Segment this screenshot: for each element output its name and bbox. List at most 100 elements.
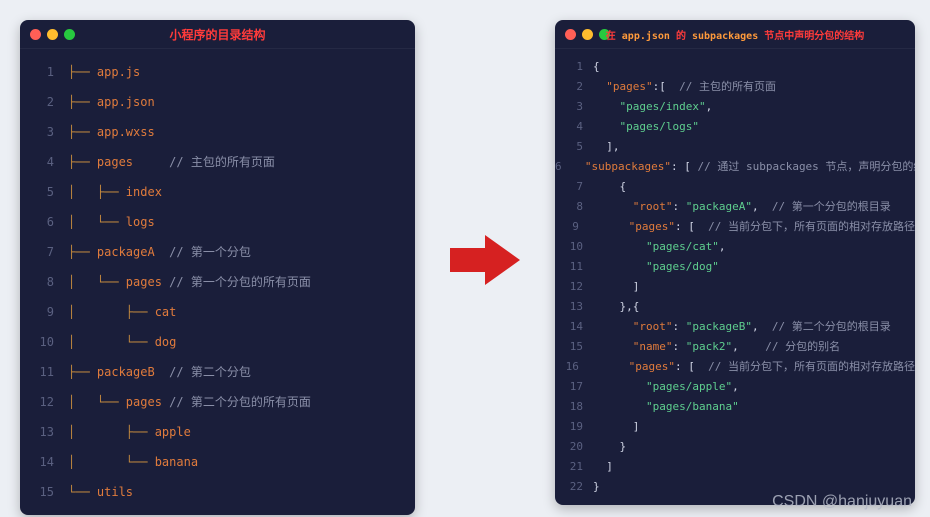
arrow-container bbox=[450, 20, 520, 500]
code-token: // 第二个分包的所有页面 bbox=[162, 394, 311, 411]
titlebar-right: 在 app.json 的 subpackages 节点中声明分包的结构 bbox=[555, 20, 915, 49]
code-line: 7├── packageA // 第一个分包 bbox=[20, 237, 415, 267]
code-token: cat bbox=[155, 304, 177, 321]
code-token bbox=[589, 219, 629, 234]
code-token: // 第一个分包的所有页面 bbox=[162, 274, 311, 291]
code-line: 2 "pages":[ // 主包的所有页面 bbox=[555, 77, 915, 97]
line-number: 13 bbox=[555, 299, 593, 314]
code-line: 10│ └── dog bbox=[20, 327, 415, 357]
line-number: 10 bbox=[555, 239, 593, 254]
window-title-right: 在 app.json 的 subpackages 节点中声明分包的结构 bbox=[606, 27, 865, 42]
code-token: "pages" bbox=[606, 79, 652, 94]
line-number: 2 bbox=[20, 94, 68, 111]
code-line: 12 ] bbox=[555, 277, 915, 297]
code-line: 5 ], bbox=[555, 137, 915, 157]
code-token: { bbox=[593, 59, 600, 74]
code-token: "pages/index" bbox=[620, 99, 706, 114]
code-token: "root" bbox=[633, 199, 673, 214]
code-token: "packageB" bbox=[686, 319, 752, 334]
minimize-icon[interactable] bbox=[582, 29, 593, 40]
code-token bbox=[593, 259, 646, 274]
code-token: app.wxss bbox=[97, 124, 155, 141]
line-number: 4 bbox=[555, 119, 593, 134]
line-number: 4 bbox=[20, 154, 68, 171]
code-token: , bbox=[732, 379, 739, 394]
code-line: 13 },{ bbox=[555, 297, 915, 317]
line-number: 10 bbox=[20, 334, 68, 351]
code-token: { bbox=[593, 179, 626, 194]
title-text: 节点中声明分包的结构 bbox=[758, 31, 864, 42]
code-token: │ ├── bbox=[68, 424, 155, 441]
code-token: "pages/dog" bbox=[646, 259, 719, 274]
code-line: 19 ] bbox=[555, 417, 915, 437]
code-token: packageA bbox=[97, 244, 155, 261]
code-token: pages bbox=[97, 154, 133, 171]
code-line: 7 { bbox=[555, 177, 915, 197]
code-token: app.json bbox=[97, 94, 155, 111]
code-line: 5│ ├── index bbox=[20, 177, 415, 207]
code-token: dog bbox=[155, 334, 177, 351]
code-token: // 第一个分包 bbox=[155, 244, 251, 261]
code-token: },{ bbox=[593, 299, 639, 314]
code-token: │ └── bbox=[68, 334, 155, 351]
code-token: ] bbox=[593, 279, 639, 294]
code-line: 4├── pages // 主包的所有页面 bbox=[20, 147, 415, 177]
code-token: ├── bbox=[68, 94, 97, 111]
code-line: 21 ] bbox=[555, 457, 915, 477]
code-token: │ └── bbox=[68, 454, 155, 471]
code-line: 3├── app.wxss bbox=[20, 117, 415, 147]
title-text: 的 bbox=[670, 31, 692, 42]
code-token bbox=[593, 99, 620, 114]
code-token: utils bbox=[97, 484, 133, 501]
code-token: banana bbox=[155, 454, 198, 471]
line-number: 18 bbox=[555, 399, 593, 414]
line-number: 9 bbox=[555, 219, 589, 234]
code-line: 2├── app.json bbox=[20, 87, 415, 117]
code-line: 11 "pages/dog" bbox=[555, 257, 915, 277]
line-number: 7 bbox=[555, 179, 593, 194]
line-number: 5 bbox=[555, 139, 593, 154]
line-number: 12 bbox=[555, 279, 593, 294]
code-token: ├── bbox=[68, 364, 97, 381]
code-token: └── bbox=[68, 484, 97, 501]
line-number: 1 bbox=[20, 64, 68, 81]
code-token: apple bbox=[155, 424, 191, 441]
code-line: 15└── utils bbox=[20, 477, 415, 507]
minimize-icon[interactable] bbox=[47, 29, 58, 40]
code-token bbox=[589, 359, 629, 374]
maximize-icon[interactable] bbox=[64, 29, 75, 40]
code-token: packageB bbox=[97, 364, 155, 381]
code-line: 6│ └── logs bbox=[20, 207, 415, 237]
line-number: 19 bbox=[555, 419, 593, 434]
code-token: // 第一个分包的根目录 bbox=[765, 199, 891, 214]
code-line: 20 } bbox=[555, 437, 915, 457]
code-token: // 当前分包下，所有页面的相对存放路径 bbox=[702, 219, 916, 234]
code-line: 8 "root": "packageA", // 第一个分包的根目录 bbox=[555, 197, 915, 217]
code-line: 10 "pages/cat", bbox=[555, 237, 915, 257]
code-line: 3 "pages/index", bbox=[555, 97, 915, 117]
code-token: ├── bbox=[68, 244, 97, 261]
code-token: │ └── bbox=[68, 394, 126, 411]
code-token bbox=[593, 239, 646, 254]
window-controls bbox=[30, 29, 75, 40]
line-number: 15 bbox=[20, 484, 68, 501]
code-window-left: 小程序的目录结构 1├── app.js2├── app.json3├── ap… bbox=[20, 20, 415, 515]
line-number: 20 bbox=[555, 439, 593, 454]
code-token: : [ bbox=[671, 159, 698, 174]
line-number: 14 bbox=[555, 319, 593, 334]
code-token: ├── bbox=[68, 154, 97, 171]
code-token: : [ bbox=[675, 219, 702, 234]
code-line: 9 "pages": [ // 当前分包下，所有页面的相对存放路径 bbox=[555, 217, 915, 237]
code-line: 11├── packageB // 第二个分包 bbox=[20, 357, 415, 387]
close-icon[interactable] bbox=[30, 29, 41, 40]
code-line: 4 "pages/logs" bbox=[555, 117, 915, 137]
code-token: : bbox=[673, 199, 686, 214]
line-number: 22 bbox=[555, 479, 593, 494]
code-token: "subpackages" bbox=[585, 159, 671, 174]
line-number: 11 bbox=[555, 259, 593, 274]
code-line: 6 "subpackages": [ // 通过 subpackages 节点，… bbox=[555, 157, 915, 177]
code-token: "name" bbox=[633, 339, 673, 354]
code-line: 12│ └── pages // 第二个分包的所有页面 bbox=[20, 387, 415, 417]
close-icon[interactable] bbox=[565, 29, 576, 40]
line-number: 6 bbox=[20, 214, 68, 231]
